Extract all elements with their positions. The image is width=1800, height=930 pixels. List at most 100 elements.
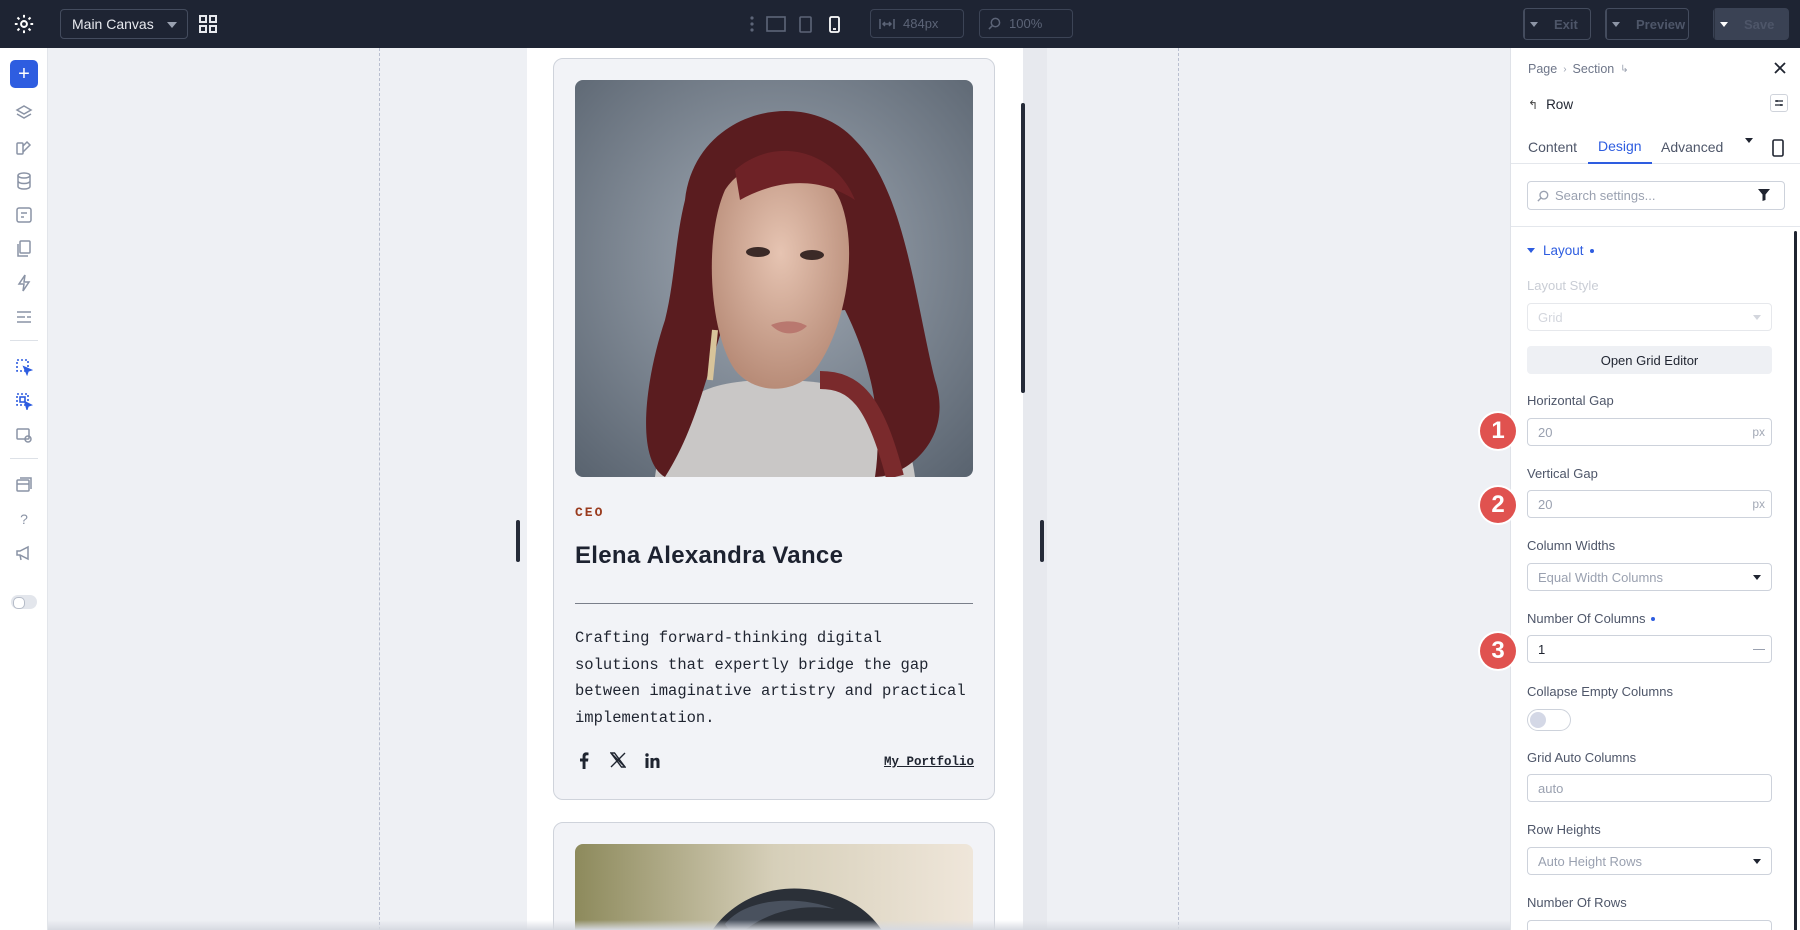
exit-label: Exit xyxy=(1554,16,1578,32)
team-member-card[interactable]: CEO Elena Alexandra Vance Crafting forwa… xyxy=(553,58,995,800)
pages-icon[interactable] xyxy=(12,237,36,261)
row-heights-value: Auto Height Rows xyxy=(1538,853,1643,869)
layout-style-label: Layout Style xyxy=(1527,278,1599,293)
click-select-icon[interactable] xyxy=(12,355,36,379)
grid-layout-icon[interactable] xyxy=(198,14,218,34)
chevron-right-icon: › xyxy=(1563,63,1567,75)
row-heights-select[interactable]: Auto Height Rows xyxy=(1527,847,1772,875)
canvas-width-field[interactable]: 484px xyxy=(870,9,964,38)
add-element-button[interactable]: + xyxy=(10,60,38,88)
grid-auto-columns-input[interactable]: auto xyxy=(1527,774,1772,802)
chevron-down-icon xyxy=(1753,315,1761,320)
number-columns-label-text: Number Of Columns xyxy=(1527,611,1646,626)
layers-icon[interactable] xyxy=(12,101,36,125)
lightning-icon[interactable] xyxy=(12,271,36,295)
profile-photo xyxy=(575,844,973,930)
settings-search-input[interactable]: Search settings... xyxy=(1527,181,1785,210)
layout-guide-line xyxy=(379,48,380,930)
column-widths-select[interactable]: Equal Width Columns xyxy=(1527,563,1772,591)
styles-icon[interactable] xyxy=(12,135,36,159)
settings-search-placeholder: Search settings... xyxy=(1555,188,1656,203)
number-rows-input[interactable] xyxy=(1527,920,1772,930)
tab-content[interactable]: Content xyxy=(1528,130,1577,164)
annotation-badge-2: 2 xyxy=(1480,487,1516,523)
chevron-down-icon xyxy=(1529,21,1538,27)
resize-handle-right[interactable] xyxy=(1040,520,1044,562)
horizontal-gap-unit[interactable]: px xyxy=(1752,425,1765,439)
database-icon[interactable] xyxy=(12,169,36,193)
element-search-icon[interactable] xyxy=(12,423,36,447)
breadcrumb-section[interactable]: Section xyxy=(1573,62,1615,76)
more-vertical-icon[interactable] xyxy=(744,14,760,34)
desktop-view-icon[interactable] xyxy=(763,11,789,37)
presets-icon[interactable] xyxy=(12,305,36,329)
layout-style-value: Grid xyxy=(1538,309,1563,325)
horizontal-gap-placeholder: 20 xyxy=(1538,424,1553,440)
linkedin-icon[interactable] xyxy=(643,751,661,769)
chevron-down-icon xyxy=(1753,859,1761,864)
chevron-down-icon xyxy=(167,22,177,28)
facebook-icon[interactable] xyxy=(575,751,593,769)
horizontal-gap-input[interactable]: 20 px xyxy=(1527,418,1772,446)
vertical-gap-label: Vertical Gap xyxy=(1527,466,1598,481)
help-icon[interactable]: ? xyxy=(12,507,36,531)
profile-photo xyxy=(575,80,973,477)
vertical-gap-unit[interactable]: px xyxy=(1752,497,1765,511)
breadcrumb: Page › Section ↳ xyxy=(1528,62,1635,76)
resize-handle-left[interactable] xyxy=(516,520,520,562)
theme-toggle[interactable] xyxy=(11,595,37,609)
sidebar-divider xyxy=(10,458,38,459)
return-arrow-icon: ↳ xyxy=(1620,63,1629,75)
grid-auto-columns-placeholder: auto xyxy=(1538,780,1564,796)
number-rows-label: Number Of Rows xyxy=(1527,895,1627,910)
tab-design[interactable]: Design xyxy=(1588,130,1652,164)
megaphone-icon[interactable] xyxy=(12,541,36,565)
forms-icon[interactable] xyxy=(12,203,36,227)
preview-button[interactable]: Preview xyxy=(1605,8,1689,40)
canvas-select-value: Main Canvas xyxy=(72,16,154,32)
social-links xyxy=(575,751,677,769)
number-columns-value: 1 xyxy=(1538,641,1546,657)
x-twitter-icon[interactable] xyxy=(609,751,627,769)
vertical-gap-placeholder: 20 xyxy=(1538,496,1553,512)
portfolio-link[interactable]: My Portfolio xyxy=(884,755,974,769)
breadcrumb-page[interactable]: Page xyxy=(1528,62,1557,76)
library-icon[interactable] xyxy=(12,473,36,497)
vertical-gap-input[interactable]: 20 px xyxy=(1527,490,1772,518)
layout-style-select[interactable]: Grid xyxy=(1527,303,1772,331)
number-columns-input[interactable]: 1 xyxy=(1527,635,1772,663)
element-title-text: Row xyxy=(1546,97,1574,112)
panel-scrollbar[interactable] xyxy=(1794,231,1797,930)
mobile-view-icon[interactable] xyxy=(821,11,847,37)
collapse-columns-toggle[interactable] xyxy=(1527,709,1571,731)
multi-select-icon[interactable] xyxy=(12,389,36,413)
row-options-icon[interactable] xyxy=(1770,94,1788,112)
tab-advanced[interactable]: Advanced xyxy=(1661,130,1723,164)
filter-icon[interactable] xyxy=(1758,189,1770,201)
canvas-bottom-shadow xyxy=(48,920,1510,930)
close-icon[interactable] xyxy=(1772,60,1788,76)
layout-section-toggle[interactable]: Layout xyxy=(1527,243,1594,258)
settings-gear-icon[interactable] xyxy=(13,13,35,35)
mobile-breakpoint-icon[interactable] xyxy=(1771,139,1785,157)
tablet-view-icon[interactable] xyxy=(792,11,818,37)
canvas-select[interactable]: Main Canvas xyxy=(60,9,188,39)
horizontal-gap-label: Horizontal Gap xyxy=(1527,393,1614,408)
card-divider xyxy=(575,603,973,604)
save-button[interactable]: Save xyxy=(1713,8,1789,40)
device-tools xyxy=(744,10,847,38)
left-sidebar: + ? xyxy=(0,48,48,930)
open-grid-editor-button[interactable]: Open Grid Editor xyxy=(1527,346,1772,374)
layout-guide-line xyxy=(1178,48,1179,930)
preview-scrollbar-thumb[interactable] xyxy=(1021,103,1025,393)
grid-auto-columns-label: Grid Auto Columns xyxy=(1527,750,1637,765)
zoom-field[interactable]: 100% xyxy=(979,9,1073,38)
search-icon xyxy=(1537,190,1549,202)
preview-scroll-track xyxy=(1023,48,1047,930)
exit-button[interactable]: Exit xyxy=(1523,8,1591,40)
tabs-more-dropdown[interactable] xyxy=(1745,138,1753,161)
minus-icon[interactable] xyxy=(1753,649,1765,650)
panel-divider xyxy=(1511,226,1800,227)
back-arrow-icon[interactable]: ↰ xyxy=(1528,98,1538,112)
team-member-card[interactable] xyxy=(553,822,995,930)
